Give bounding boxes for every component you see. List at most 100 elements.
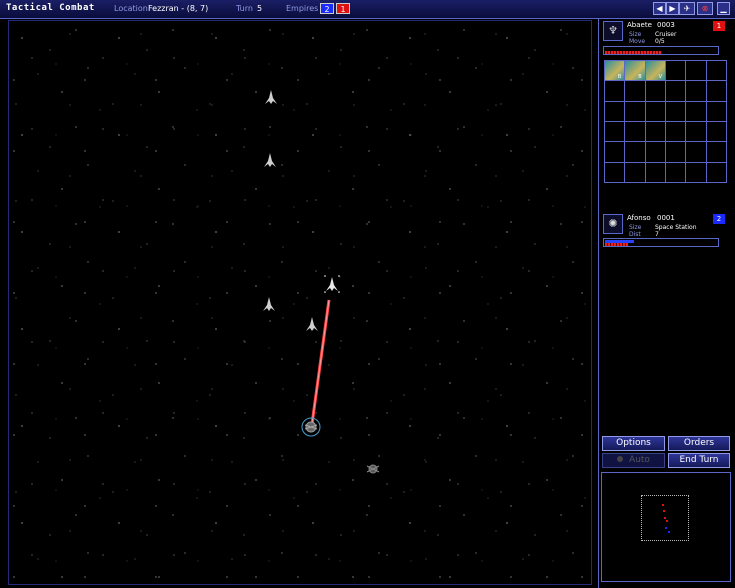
- selected-ship-panel: ♆ Abaete 0003 1 Size Cruiser Move 0/5 B B…: [601, 21, 728, 186]
- component-slot[interactable]: [625, 142, 646, 163]
- component-label: B: [617, 74, 622, 81]
- cruiser-icon: ♆: [608, 24, 618, 37]
- selection-marker: [324, 275, 326, 277]
- component-slot[interactable]: [706, 122, 727, 143]
- auto-label: Auto: [629, 455, 650, 465]
- location-label: Location: [114, 4, 148, 13]
- component-slot[interactable]: [666, 81, 687, 102]
- auto-button[interactable]: Auto: [602, 453, 665, 468]
- component-label: V: [658, 74, 662, 81]
- minimap-red-dot: [666, 520, 668, 522]
- component-slot[interactable]: [645, 142, 666, 163]
- options-button[interactable]: Options: [602, 436, 665, 451]
- space-station-2[interactable]: [366, 464, 380, 474]
- sidebar: ♆ Abaete 0003 1 Size Cruiser Move 0/5 B B…: [598, 19, 735, 588]
- component-slot[interactable]: [706, 81, 727, 102]
- component-slot[interactable]: [666, 162, 687, 183]
- turn-label: Turn: [236, 4, 253, 13]
- component-slot[interactable]: [625, 162, 646, 183]
- ship-name: Abaete: [627, 21, 652, 29]
- component-label: B: [638, 74, 642, 81]
- target-portrait[interactable]: ✺: [603, 214, 623, 234]
- component-slot[interactable]: [625, 81, 646, 102]
- selection-marker: [338, 291, 340, 293]
- minimap[interactable]: [601, 472, 731, 582]
- component-slot[interactable]: [686, 162, 707, 183]
- component-slot[interactable]: [645, 122, 666, 143]
- component-slot[interactable]: [686, 101, 707, 122]
- arrow-right-icon[interactable]: ▶: [666, 2, 679, 15]
- ship-5[interactable]: [306, 317, 318, 331]
- minimap-red-dot: [662, 504, 664, 506]
- ship-portrait[interactable]: ♆: [603, 21, 623, 41]
- laser-beam-core: [311, 299, 330, 425]
- location-value: Fezzran - (8, 7): [148, 4, 209, 13]
- component-slot[interactable]: [686, 81, 707, 102]
- selection-marker: [338, 275, 340, 277]
- component-slot[interactable]: [605, 101, 626, 122]
- ship-4[interactable]: [263, 297, 275, 311]
- target-empire-badge: 2: [713, 214, 725, 224]
- window-title: Tactical Combat: [6, 3, 95, 13]
- component-slot[interactable]: [666, 122, 687, 143]
- component-slot[interactable]: [706, 162, 727, 183]
- component-slot[interactable]: [706, 142, 727, 163]
- component-slot[interactable]: [666, 61, 687, 82]
- minimap-red-dot: [663, 510, 665, 512]
- target-health-bar: [603, 238, 719, 247]
- empire-badge-1[interactable]: 1: [336, 3, 350, 14]
- cruiser-icon: [326, 277, 338, 291]
- target-size-value: Space Station: [655, 224, 697, 231]
- component-slot[interactable]: [605, 142, 626, 163]
- cruiser-icon: [265, 90, 277, 104]
- component-slot[interactable]: [666, 142, 687, 163]
- component-slot[interactable]: [686, 122, 707, 143]
- component-slot[interactable]: [625, 122, 646, 143]
- target-name: Afonso: [627, 214, 651, 222]
- close-circle-icon[interactable]: ⊗: [697, 2, 713, 15]
- empire-badge-2[interactable]: 2: [320, 3, 334, 14]
- component-slot[interactable]: [645, 101, 666, 122]
- ship-2[interactable]: [264, 153, 276, 167]
- turn-value: 5: [257, 4, 263, 13]
- top-bar: Tactical Combat Location Fezzran - (8, 7…: [0, 0, 735, 19]
- arrow-left-icon[interactable]: ◀: [653, 2, 666, 15]
- target-number: 0001: [657, 214, 675, 222]
- size-value: Cruiser: [655, 31, 677, 38]
- map-overlay: [263, 90, 380, 474]
- size-label: Size: [629, 31, 642, 38]
- ship-empire-badge: 1: [713, 21, 725, 31]
- component-slot[interactable]: [625, 101, 646, 122]
- component-slot-filled[interactable]: B: [605, 61, 626, 82]
- component-slot[interactable]: [686, 142, 707, 163]
- orders-button[interactable]: Orders: [668, 436, 730, 451]
- cruiser-icon: [306, 317, 318, 331]
- minimize-icon[interactable]: ▁: [717, 2, 730, 15]
- target-size-label: Size: [629, 224, 642, 231]
- station-icon: ✺: [608, 217, 618, 230]
- component-slot[interactable]: [706, 101, 727, 122]
- end-turn-button[interactable]: End Turn: [668, 453, 730, 468]
- component-slot[interactable]: [605, 81, 626, 102]
- empires-label: Empires: [286, 4, 319, 13]
- target-panel: ✺ Afonso 0001 2 Size Space Station Dist …: [601, 214, 728, 254]
- component-slot[interactable]: [706, 61, 727, 82]
- component-slot[interactable]: [605, 162, 626, 183]
- minimap-red-dot: [664, 517, 666, 519]
- component-slot[interactable]: [645, 162, 666, 183]
- component-slot[interactable]: [645, 81, 666, 102]
- ship-1[interactable]: [265, 90, 277, 104]
- ship-selected[interactable]: [324, 275, 340, 293]
- move-label: Move: [629, 38, 646, 45]
- component-slot[interactable]: [666, 101, 687, 122]
- dist-value: 7: [655, 231, 659, 238]
- combat-map[interactable]: [8, 20, 592, 585]
- component-slot[interactable]: [605, 122, 626, 143]
- component-slot-filled[interactable]: V: [645, 61, 666, 82]
- health-fill: [605, 51, 662, 54]
- bird-icon[interactable]: ✈: [679, 2, 695, 15]
- component-slot-filled[interactable]: B: [625, 61, 646, 82]
- cruiser-icon: [263, 297, 275, 311]
- component-slot[interactable]: [686, 61, 707, 82]
- cruiser-icon: [264, 153, 276, 167]
